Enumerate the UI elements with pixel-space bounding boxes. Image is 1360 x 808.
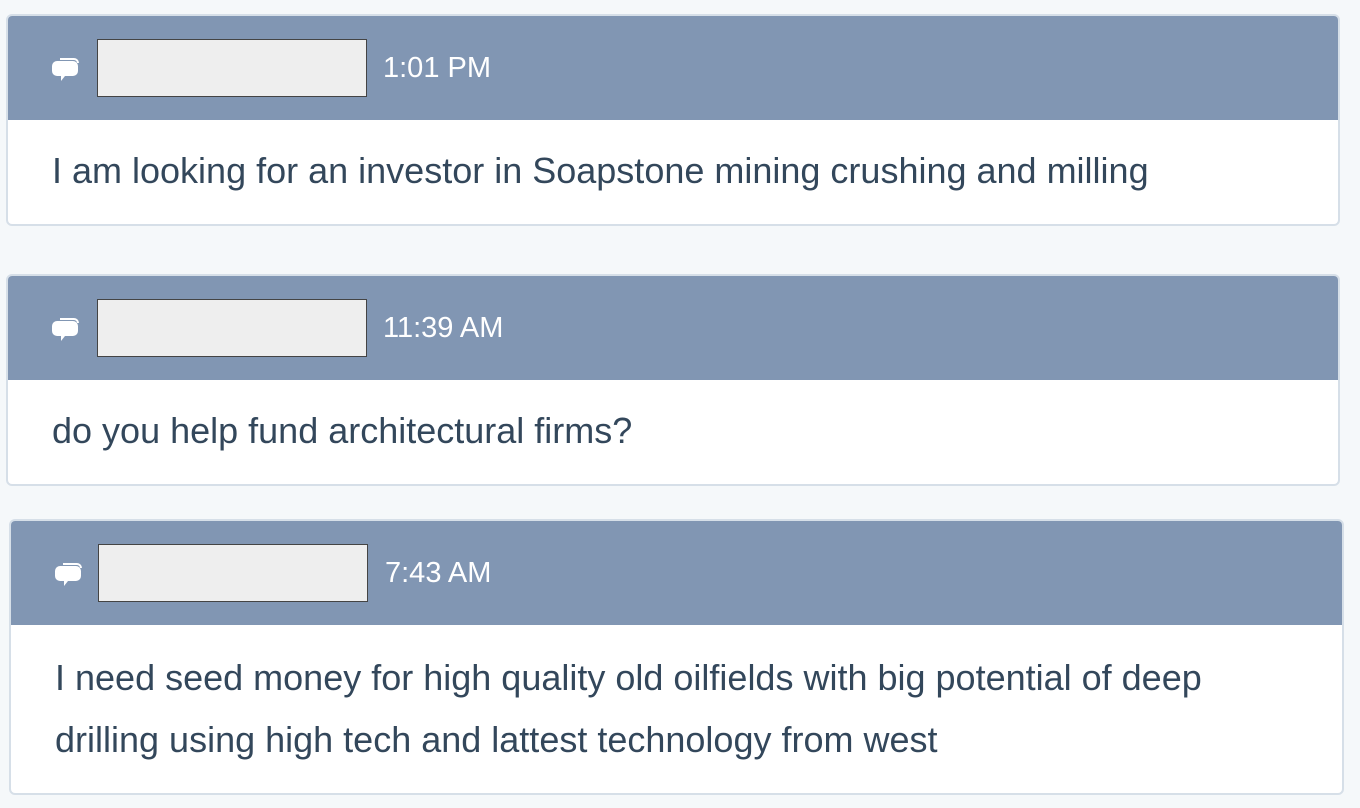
message-card: 1:01 PM I am looking for an investor in … (6, 14, 1340, 226)
message-card: 7:43 AM I need seed money for high quali… (9, 519, 1344, 795)
message-card: 11:39 AM do you help fund architectural … (6, 274, 1340, 486)
message-text: I need seed money for high quality old o… (55, 657, 1202, 760)
chat-bubbles-icon (55, 563, 82, 586)
message-text: I am looking for an investor in Soapston… (52, 150, 1149, 191)
message-header: 11:39 AM (8, 276, 1338, 380)
chat-bubbles-icon (52, 318, 79, 341)
message-text: do you help fund architectural firms? (52, 410, 633, 451)
message-header: 1:01 PM (8, 16, 1338, 120)
message-header: 7:43 AM (11, 521, 1342, 625)
sender-name-redacted (98, 544, 368, 602)
sender-name-redacted (97, 299, 367, 357)
message-time: 7:43 AM (385, 557, 492, 589)
message-time: 1:01 PM (383, 52, 491, 84)
chat-bubbles-icon (52, 58, 79, 81)
sender-name-redacted (97, 39, 367, 97)
message-time: 11:39 AM (383, 312, 504, 344)
